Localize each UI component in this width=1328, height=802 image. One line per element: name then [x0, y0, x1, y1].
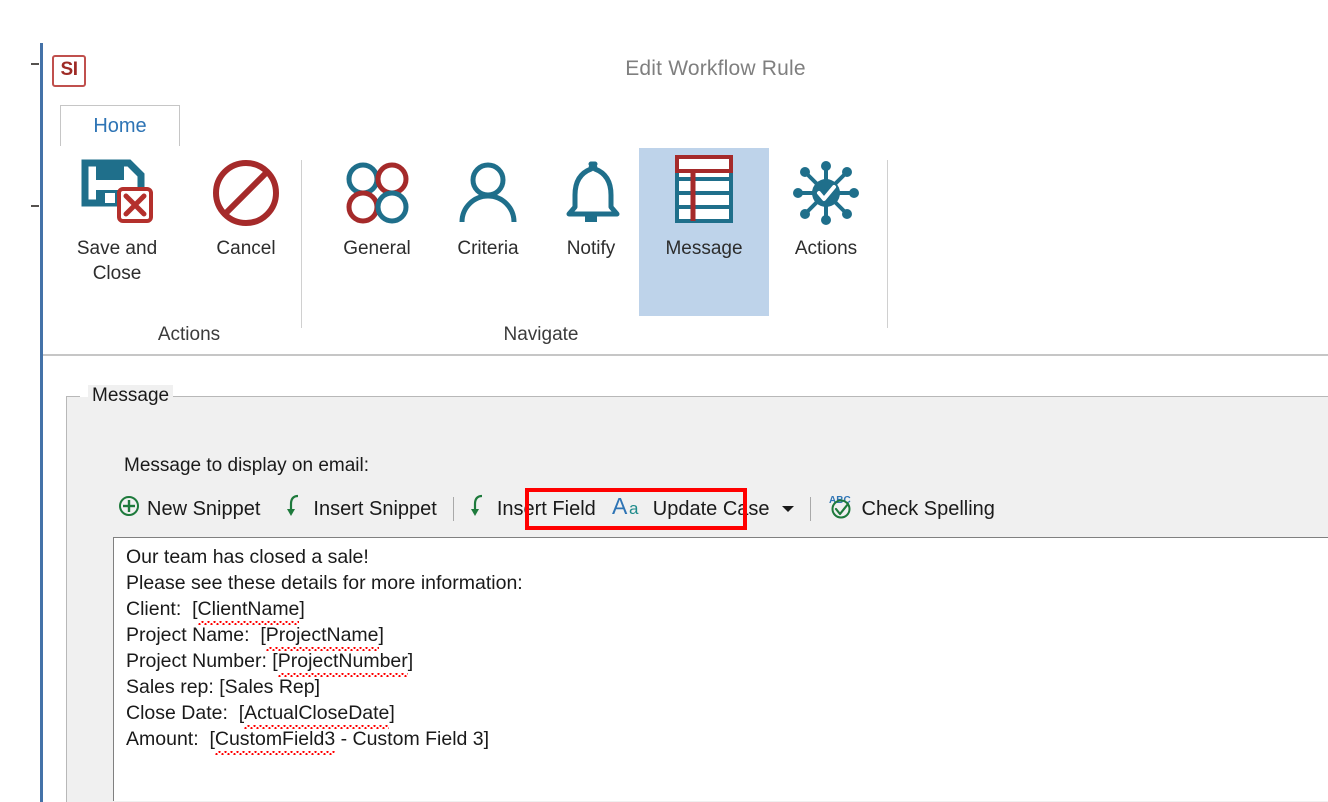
check-spelling-label: Check Spelling — [861, 497, 995, 520]
svg-text:A: A — [612, 493, 628, 519]
insert-snippet-button[interactable]: Insert Snippet — [279, 492, 443, 526]
message-label: Message — [665, 238, 743, 259]
groupbox-border-top-right — [169, 396, 1328, 397]
bell-icon — [543, 154, 639, 232]
message-line: Our team has closed a sale! — [126, 546, 369, 568]
table-icon — [639, 148, 769, 232]
message-line: Close Date: [ActualCloseDate] — [126, 702, 395, 729]
cancel-button[interactable]: Cancel — [191, 154, 301, 261]
new-snippet-button[interactable]: New Snippet — [111, 493, 267, 525]
window-title: Edit Workflow Rule — [625, 57, 806, 80]
cancel-icon — [191, 154, 301, 232]
update-case-label: Update Case — [652, 497, 770, 520]
misspelled-token: ProjectNumber — [277, 650, 408, 677]
app-window: SI Edit Workflow Rule Home Save and Clos… — [0, 0, 1328, 802]
message-field-label: Message to display on email: — [124, 455, 370, 476]
misspelled-token: CustomField3 — [214, 728, 336, 755]
message-line: Client: [ClientName] — [126, 598, 305, 625]
insert-snippet-label: Insert Snippet — [313, 497, 437, 520]
general-label: General — [343, 238, 411, 259]
ribbon-group-actions: Save and Close Cancel Actions — [43, 146, 335, 354]
svg-text:a: a — [629, 499, 639, 518]
actions-nav-button[interactable]: Actions — [771, 154, 881, 261]
circle-plus-icon — [118, 495, 140, 523]
person-icon — [435, 154, 541, 232]
message-groupbox-title: Message — [88, 385, 174, 407]
message-button[interactable]: Message — [639, 148, 769, 316]
new-snippet-label: New Snippet — [147, 497, 261, 520]
misspelled-token: ActualCloseDate — [244, 702, 390, 729]
cancel-label: Cancel — [216, 238, 276, 259]
insert-field-button[interactable]: Insert Field — [463, 492, 603, 526]
message-groupbox: Message Message to display on email: New… — [66, 385, 1328, 802]
save-and-close-label: Save and Close — [76, 238, 158, 284]
insert-field-label: Insert Field — [496, 497, 596, 520]
title-bar: SI Edit Workflow Rule — [43, 43, 1328, 105]
ribbon: Save and Close Cancel Actions General Cr… — [43, 146, 1328, 356]
message-text-editor[interactable]: Our team has closed a sale! Please see t… — [113, 537, 1328, 801]
ribbon-group-navigate-label: Navigate — [503, 324, 579, 345]
check-spelling-button[interactable]: ABC Check Spelling — [820, 491, 1002, 527]
update-case-button[interactable]: A a Update Case — [605, 491, 801, 527]
ribbon-group-navigate: General Criteria Notify Message Actions … — [301, 146, 889, 354]
message-line: Project Name: [ProjectName] — [126, 624, 384, 651]
notify-button[interactable]: Notify — [543, 154, 639, 261]
save-close-icon — [53, 154, 181, 232]
ribbon-group-actions-label: Actions — [157, 324, 221, 345]
message-line: Project Number: [ProjectNumber] — [126, 650, 414, 677]
actions-nav-label: Actions — [794, 238, 858, 259]
chevron-down-icon[interactable] — [781, 506, 794, 512]
ribbon-group-separator-2 — [887, 160, 888, 328]
aa-icon: A a — [612, 493, 646, 525]
window-edge-tick-2 — [31, 205, 39, 207]
save-and-close-button[interactable]: Save and Close — [53, 154, 181, 286]
window-edge-tick — [31, 63, 39, 65]
notify-label: Notify — [566, 238, 616, 259]
toolbar-separator-1 — [452, 497, 454, 521]
down-arrow-icon — [470, 494, 490, 524]
misspelled-token: ClientName — [197, 598, 300, 625]
four-circles-icon — [321, 154, 433, 232]
tab-home[interactable]: Home — [60, 105, 180, 147]
criteria-label: Criteria — [457, 238, 519, 259]
criteria-button[interactable]: Criteria — [435, 154, 541, 261]
misspelled-token: ProjectName — [265, 624, 379, 651]
ribbon-tab-strip: Home — [43, 105, 1328, 147]
hub-check-icon — [771, 154, 881, 232]
toolbar-separator-2 — [809, 497, 811, 521]
message-line: Sales rep: [Sales Rep] — [126, 676, 321, 698]
message-line: Please see these details for more inform… — [126, 572, 523, 594]
snippet-toolbar: New Snippet Insert Snippet Insert Field … — [111, 488, 1327, 530]
groupbox-border-left — [66, 396, 67, 802]
down-arrow-icon — [286, 494, 306, 524]
groupbox-border-top-left — [66, 396, 80, 397]
general-button[interactable]: General — [321, 154, 433, 261]
abc-check-icon: ABC — [827, 493, 855, 525]
message-line: Amount: [CustomField3 - Custom Field 3] — [126, 728, 490, 755]
